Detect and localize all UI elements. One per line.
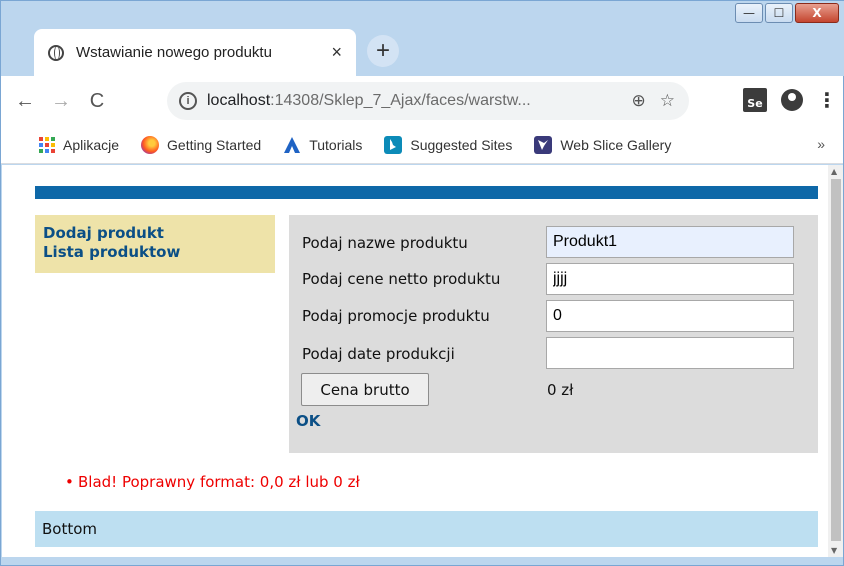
menu-dots-icon[interactable]: ⋮ (817, 88, 837, 112)
bookmark-label: Web Slice Gallery (560, 136, 672, 153)
reload-button[interactable]: C (79, 90, 115, 113)
browser-toolbar: ← → C i localhost :14308/Sklep_7_Ajax/fa… (1, 76, 843, 126)
bookmark-apps[interactable]: Aplikacje (39, 136, 120, 153)
bookmarks-bar: Aplikacje Getting Started Tutorials Sugg… (1, 126, 843, 164)
bookmarks-overflow-icon[interactable]: » (817, 136, 825, 152)
bookmark-tutorials[interactable]: Tutorials (283, 136, 362, 154)
bookmark-web-slice-gallery[interactable]: Web Slice Gallery (534, 135, 672, 154)
zoom-icon[interactable]: ⊕ (632, 91, 646, 111)
info-icon[interactable]: i (179, 92, 197, 110)
apps-grid-icon (39, 136, 55, 153)
new-tab-button[interactable]: + (367, 35, 399, 67)
maximize-button[interactable]: ☐ (765, 3, 793, 23)
browser-window: — ☐ X Wstawianie nowego produktu × + ← →… (0, 0, 844, 566)
web-slice-icon (534, 135, 553, 154)
footer-bar: Bottom (35, 511, 818, 547)
scroll-down-icon[interactable]: ▼ (831, 546, 837, 555)
scroll-thumb[interactable] (831, 179, 841, 541)
error-list: Blad! Poprawny format: 0,0 zł lub 0 zł (78, 473, 360, 491)
bookmark-label: Tutorials (309, 136, 363, 153)
name-input[interactable] (546, 226, 794, 258)
url-host: localhost (207, 92, 271, 109)
promo-input[interactable] (546, 300, 794, 332)
name-label: Podaj nazwe produktu (302, 234, 468, 252)
promo-label: Podaj promocje produktu (302, 307, 490, 325)
bookmark-suggested-sites[interactable]: Suggested Sites (384, 135, 513, 154)
net-price-label: Podaj cene netto produktu (302, 270, 501, 288)
forward-button[interactable]: → (43, 90, 79, 113)
globe-icon (48, 44, 64, 61)
add-product-link[interactable]: Dodaj produkt (43, 224, 267, 243)
bookmark-label: Aplikacje (63, 136, 120, 153)
title-bar: — ☐ X Wstawianie nowego produktu × + (1, 1, 844, 76)
address-bar[interactable]: i localhost :14308/Sklep_7_Ajax/faces/wa… (167, 82, 689, 120)
product-form: Podaj nazwe produktu Podaj cene netto pr… (289, 215, 818, 453)
tutorials-icon (284, 136, 301, 153)
account-icon[interactable] (781, 89, 803, 111)
scroll-up-icon[interactable]: ▲ (831, 167, 837, 176)
gross-price-value: 0 zł (547, 381, 574, 399)
selenium-extension-icon[interactable]: Se (743, 88, 767, 112)
error-message: Blad! Poprawny format: 0,0 zł lub 0 zł (78, 473, 360, 491)
net-price-input[interactable] (546, 263, 794, 295)
firefox-icon (141, 135, 160, 154)
side-menu: Dodaj produkt Lista produktow (35, 215, 275, 273)
back-button[interactable]: ← (7, 90, 43, 113)
gross-price-button[interactable]: Cena brutto (301, 373, 429, 406)
bookmark-getting-started[interactable]: Getting Started (141, 135, 262, 154)
production-date-input[interactable] (546, 337, 794, 369)
ok-link[interactable]: OK (296, 412, 320, 430)
url-path: :14308/Sklep_7_Ajax/faces/warstw... (270, 92, 531, 109)
header-bar (35, 186, 818, 199)
vertical-scrollbar[interactable]: ▲ ▼ (828, 165, 843, 557)
production-date-label: Podaj date produkcji (302, 345, 455, 363)
product-list-link[interactable]: Lista produktow (43, 243, 267, 262)
window-controls: — ☐ X (735, 3, 839, 23)
bookmark-label: Getting Started (167, 136, 262, 153)
bing-icon (384, 135, 403, 154)
toolbar-right: Se ⋮ (743, 88, 837, 112)
minimize-button[interactable]: — (735, 3, 763, 23)
tab-title: Wstawianie nowego produktu (76, 44, 272, 61)
page-viewport: Dodaj produkt Lista produktow Podaj nazw… (2, 165, 828, 557)
star-icon[interactable]: ☆ (660, 91, 675, 111)
browser-tab[interactable]: Wstawianie nowego produktu × (34, 29, 356, 76)
close-window-button[interactable]: X (795, 3, 839, 23)
bookmark-label: Suggested Sites (410, 136, 513, 153)
tab-close-icon[interactable]: × (331, 42, 342, 63)
